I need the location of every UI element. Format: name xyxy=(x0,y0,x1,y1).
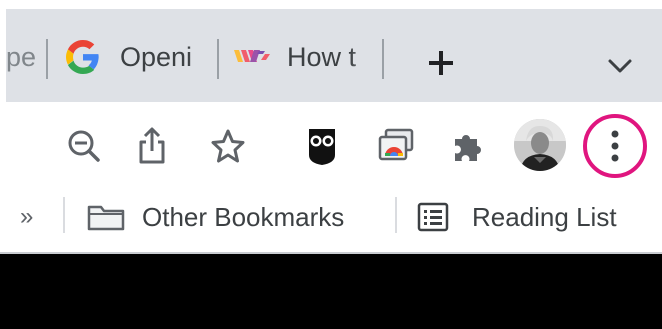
page-content-area xyxy=(0,254,662,329)
bookmarks-overflow-button[interactable]: » xyxy=(20,202,33,232)
highlight-circle xyxy=(583,114,647,178)
tab-partial[interactable]: pe xyxy=(6,40,38,74)
cast-extension-button[interactable] xyxy=(372,124,420,168)
zoom-out-icon xyxy=(68,130,100,162)
share-icon xyxy=(139,127,165,164)
bookmarks-separator xyxy=(395,197,397,233)
zoom-button[interactable] xyxy=(62,124,106,168)
folder-icon xyxy=(86,202,126,232)
tab-label: How t xyxy=(287,41,357,72)
wix-logo-icon xyxy=(232,42,272,72)
bookmarks-bar: » Other Bookmarks Reading List xyxy=(6,190,662,252)
tab-label: Openi xyxy=(120,41,193,72)
chevron-down-icon xyxy=(608,59,632,73)
hootsuite-extension-button[interactable] xyxy=(300,122,344,170)
bookmarks-separator xyxy=(63,197,65,233)
bookmark-star-icon xyxy=(211,129,245,163)
top-edge xyxy=(0,0,662,9)
tab-separator xyxy=(382,39,384,79)
tab-fade xyxy=(188,29,218,85)
new-tab-button[interactable] xyxy=(421,43,461,83)
tab-separator xyxy=(46,39,48,79)
tab-fade xyxy=(350,29,380,85)
chevron-double-icon: » xyxy=(20,203,34,230)
tab-search-button[interactable] xyxy=(600,51,640,81)
reading-list-label: Reading List xyxy=(472,201,617,232)
share-button[interactable] xyxy=(130,122,174,170)
tab-separator xyxy=(217,39,219,79)
reading-list-icon xyxy=(416,201,450,233)
reading-list-button[interactable]: Reading List xyxy=(416,200,617,234)
other-bookmarks-button[interactable]: Other Bookmarks xyxy=(86,200,344,234)
hootsuite-owl-icon xyxy=(309,129,335,165)
extensions-puzzle-icon xyxy=(455,135,481,161)
bookmark-star-button[interactable] xyxy=(206,124,250,168)
tab-label: pe xyxy=(6,41,37,72)
avatar-photo xyxy=(514,119,566,171)
chrome-cast-icon xyxy=(378,128,414,161)
extensions-button[interactable] xyxy=(446,124,490,168)
other-bookmarks-label: Other Bookmarks xyxy=(142,201,345,232)
plus-icon xyxy=(429,51,453,75)
browser-toolbar xyxy=(6,102,662,190)
tab-strip: pe Openi How t xyxy=(6,9,662,102)
google-g-icon xyxy=(66,40,100,74)
profile-avatar[interactable] xyxy=(514,119,566,171)
